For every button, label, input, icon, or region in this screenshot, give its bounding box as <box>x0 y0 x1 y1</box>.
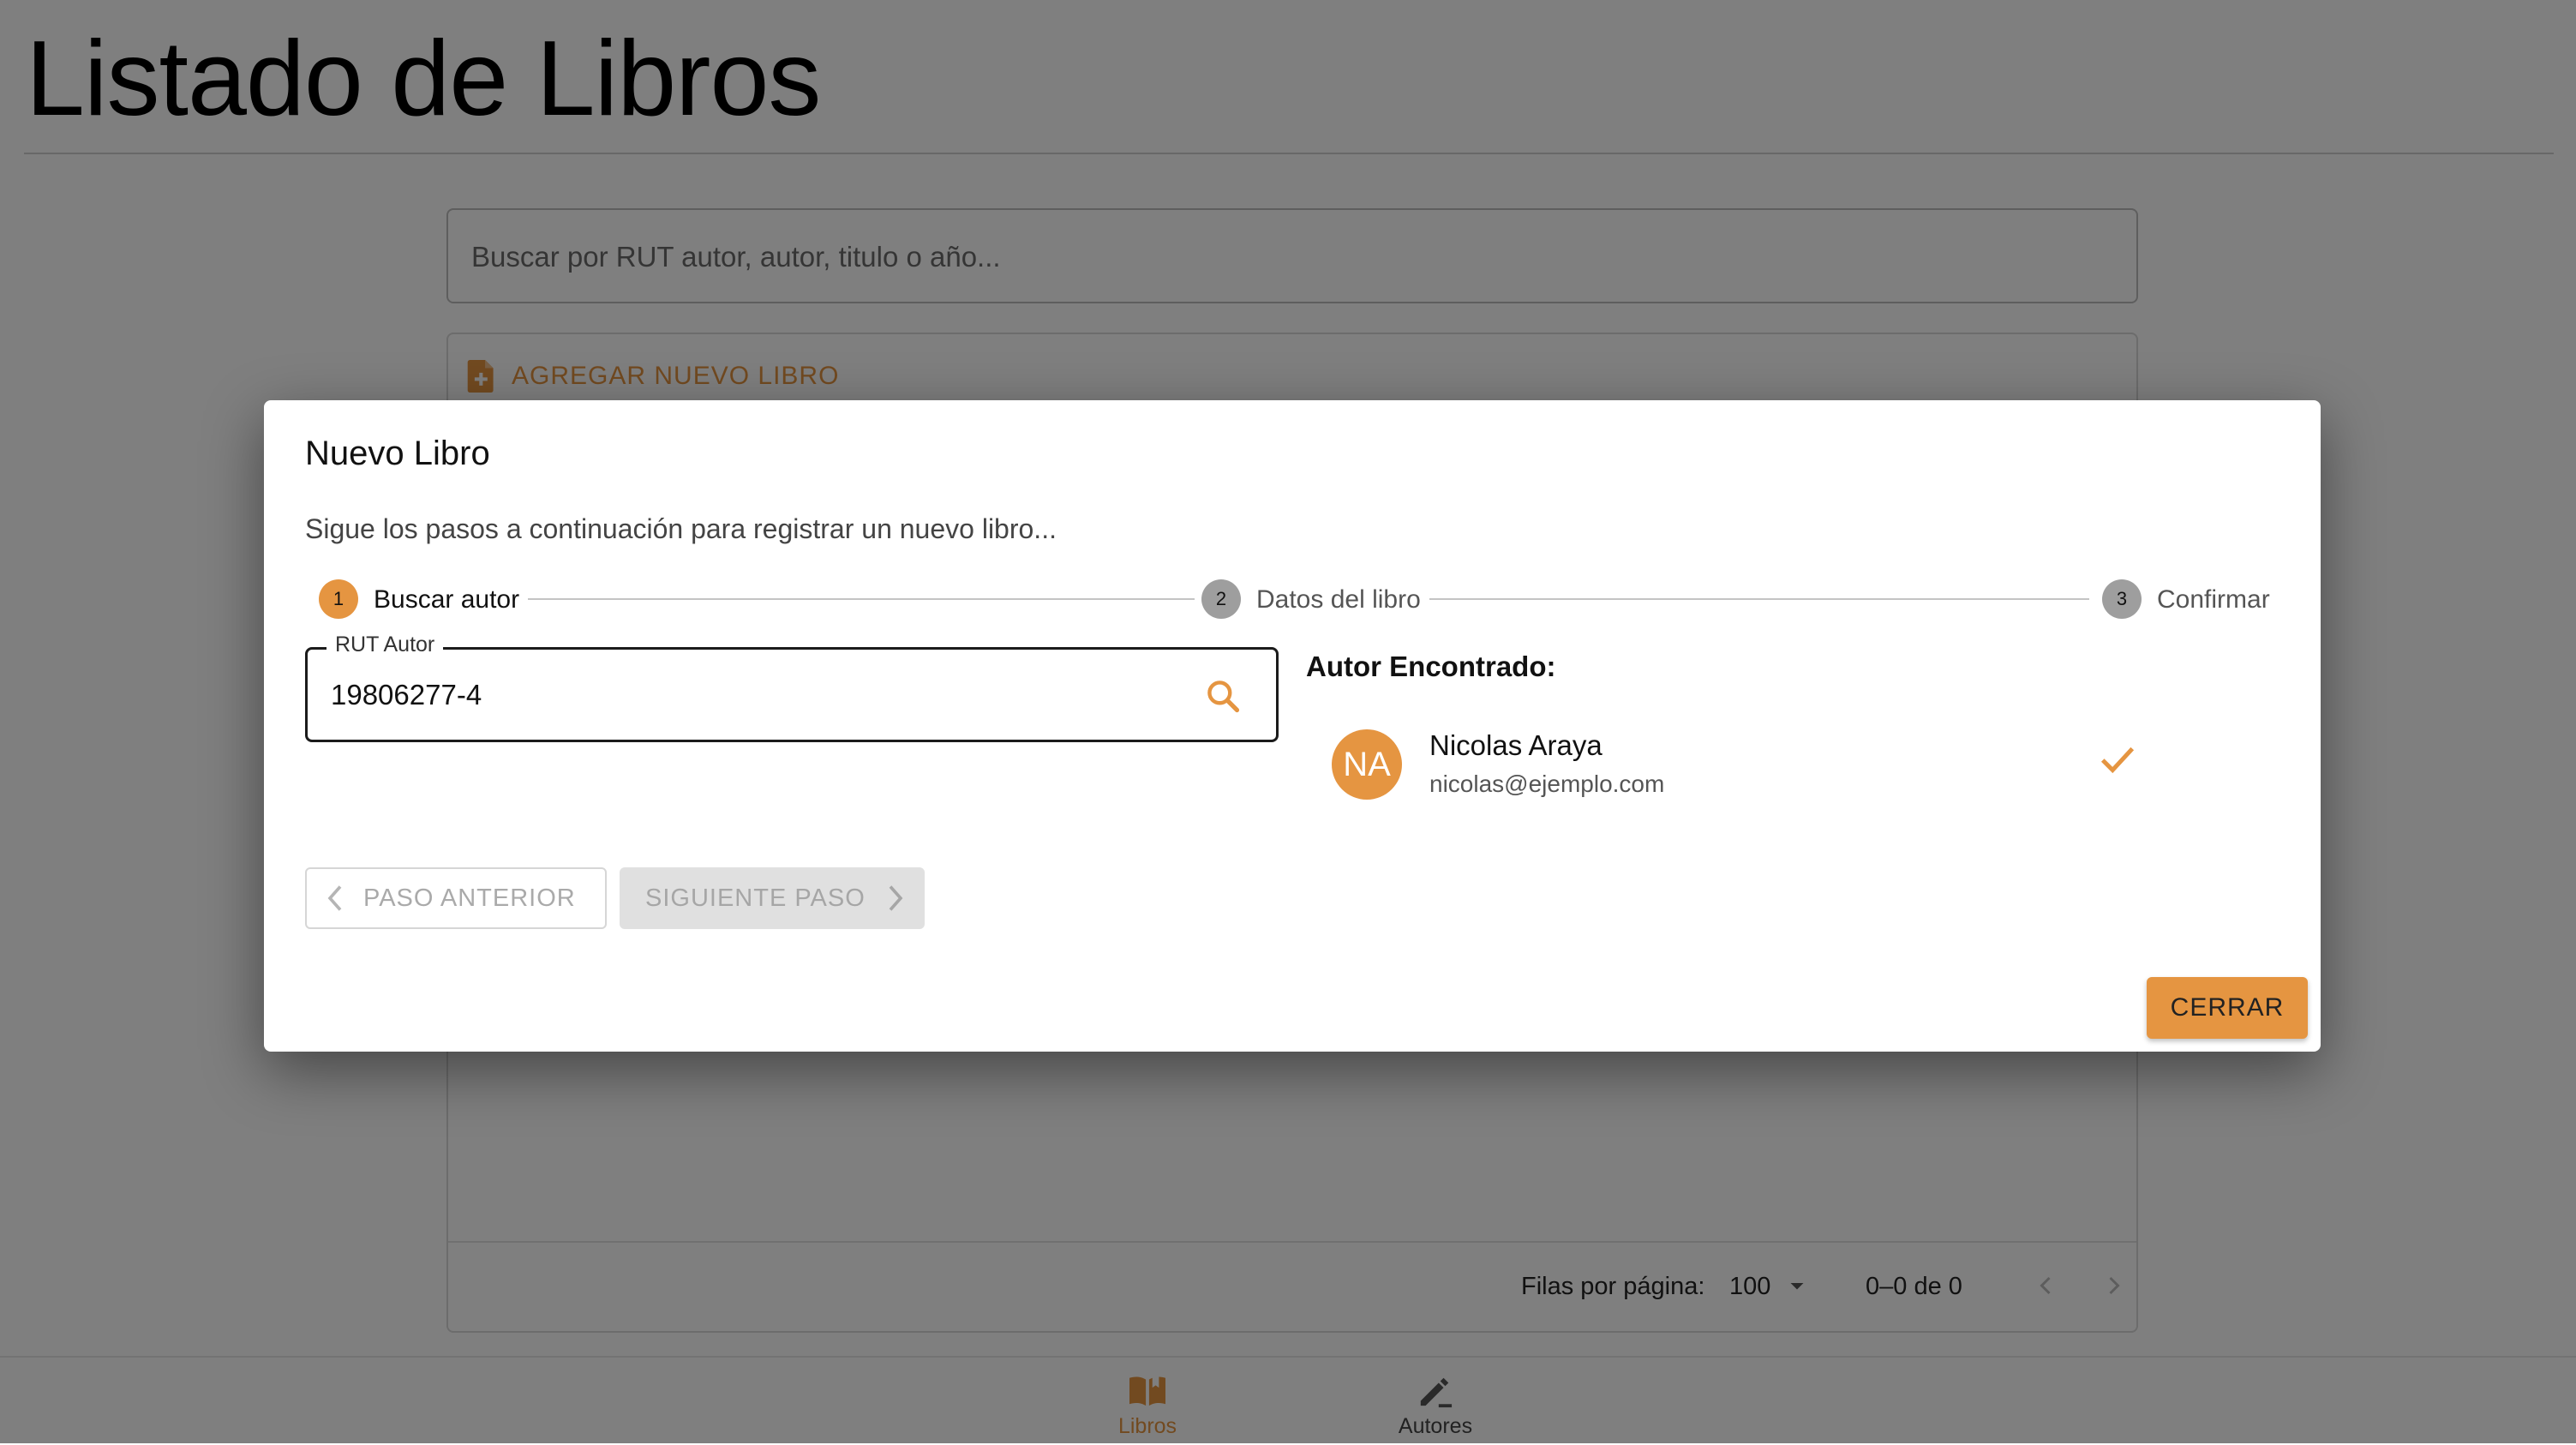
step-1-circle: 1 <box>319 579 358 619</box>
next-step-label: SIGUIENTE PASO <box>645 884 866 912</box>
step-1-label: Buscar autor <box>374 585 520 614</box>
check-icon <box>2100 746 2135 774</box>
next-step-button[interactable]: SIGUIENTE PASO <box>620 867 925 929</box>
author-found-heading: Autor Encontrado: <box>1306 651 1556 682</box>
author-email: nicolas@ejemplo.com <box>1429 770 1665 797</box>
chevron-left-icon <box>327 885 342 911</box>
step-3-circle: 3 <box>2102 579 2142 619</box>
rut-field-label: RUT Autor <box>326 633 444 657</box>
step-2-label: Datos del libro <box>1256 585 1421 614</box>
chevron-right-icon <box>889 885 903 911</box>
close-button[interactable]: CERRAR <box>2147 977 2308 1039</box>
dialog-description: Sigue los pasos a continuación para regi… <box>305 513 1057 544</box>
step-2-circle: 2 <box>1201 579 1241 619</box>
rut-author-field: RUT Autor <box>305 633 1279 742</box>
previous-step-label: PASO ANTERIOR <box>363 884 576 912</box>
avatar: NA <box>1332 729 1402 800</box>
step-connector <box>528 598 1195 600</box>
rut-input[interactable] <box>331 679 1102 711</box>
previous-step-button[interactable]: PASO ANTERIOR <box>305 867 607 929</box>
new-book-dialog: Nuevo Libro Sigue los pasos a continuaci… <box>264 400 2321 1052</box>
author-name: Nicolas Araya <box>1429 729 1603 761</box>
dialog-title: Nuevo Libro <box>305 435 490 472</box>
step-3-label: Confirmar <box>2157 585 2270 614</box>
search-icon[interactable] <box>1204 677 1242 715</box>
step-connector <box>1429 598 2089 600</box>
